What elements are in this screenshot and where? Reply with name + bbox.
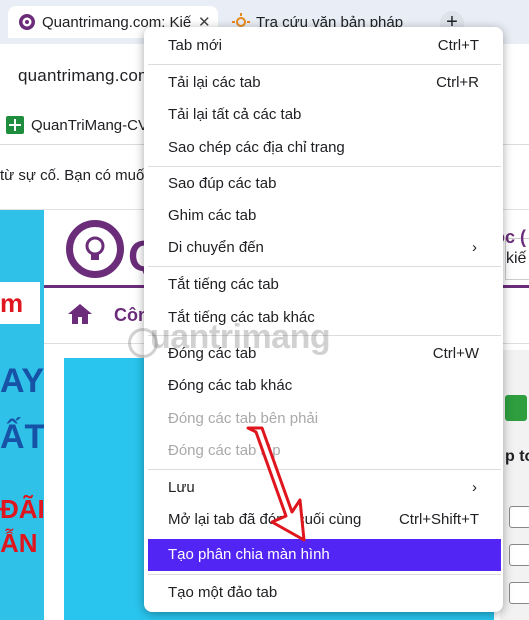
ad-text: ẤT [0, 418, 44, 456]
menu-item-close-duplicate-tabs: Đóng các tab lặp [148, 435, 501, 467]
menu-item-label: Tạo một đảo tab [168, 584, 278, 601]
menu-item-pin-tabs[interactable]: Ghim các tab [148, 200, 501, 232]
menu-item-close-other-tabs[interactable]: Đóng các tab khác [148, 370, 501, 402]
menu-item-duplicate-tabs[interactable]: Sao đúp các tab [148, 168, 501, 200]
lightbulb-icon [85, 236, 105, 260]
menu-item-mute-tabs[interactable]: Tắt tiếng các tab [148, 269, 501, 301]
chevron-right-icon: › [472, 479, 477, 496]
menu-item-close-tabs-right: Đóng các tab bên phải [148, 403, 501, 435]
menu-item-label: Sao chép các địa chỉ trang [168, 139, 345, 156]
ad-text: m [0, 282, 40, 324]
ad-text: ẪN [0, 528, 38, 558]
sidebar-icon[interactable] [509, 582, 529, 604]
menu-item-label: Ghim các tab [168, 207, 257, 224]
menu-item-shortcut: Ctrl+T [437, 37, 479, 54]
menu-separator [148, 469, 501, 470]
sidebar-icon[interactable] [509, 506, 529, 528]
menu-item-shortcut: Ctrl+R [436, 74, 479, 91]
menu-item-split-screen[interactable]: Tạo phân chia màn hình [148, 539, 501, 571]
right-sidebar [500, 350, 529, 620]
green-badge [505, 395, 527, 421]
ad-text: AY [0, 362, 44, 400]
menu-item-shortcut: Ctrl+W [432, 345, 479, 362]
site-logo-icon[interactable] [66, 220, 124, 278]
menu-item-label: Sao đúp các tab [168, 175, 277, 192]
left-ad-banner[interactable]: m AY ẤT ĐÃI ẪN [0, 210, 44, 620]
menu-item-label: Tab mới [168, 37, 223, 54]
menu-item-label: Đóng các tab khác [168, 377, 293, 394]
bookmark-quantrimang-cv[interactable]: QuanTriMang-CV [31, 117, 148, 134]
menu-separator [148, 266, 501, 267]
chevron-right-icon: › [472, 239, 477, 256]
infobar-text: từ sự cố. Bạn có muốn [0, 167, 153, 184]
menu-item-label: Tạo phân chia màn hình [168, 546, 330, 563]
menu-item-reload-tabs[interactable]: Tải lại các tab Ctrl+R [148, 67, 501, 99]
menu-separator [148, 64, 501, 65]
menu-item-label: Tải lại các tab [168, 74, 261, 91]
watermark: uantrimang [150, 318, 331, 356]
menu-item-new-tab[interactable]: Tab mới Ctrl+T [148, 30, 501, 62]
menu-item-label: Lưu [168, 479, 195, 496]
menu-item-reload-all-tabs[interactable]: Tải lại tất cả các tab [148, 99, 501, 131]
url-input[interactable]: quantrimang.com [18, 66, 152, 86]
menu-separator [148, 166, 501, 167]
menu-item-copy-addresses[interactable]: Sao chép các địa chỉ trang [148, 132, 501, 164]
menu-item-label: Đóng các tab lặp [168, 442, 281, 459]
sidebar-text: p to [505, 448, 529, 465]
menu-item-save[interactable]: Lưu › [148, 472, 501, 504]
menu-item-reopen-closed-tab[interactable]: Mở lại tab đã đóng cuối cùng Ctrl+Shift+… [148, 504, 501, 536]
menu-item-label: Di chuyển đến [168, 239, 264, 256]
ad-text: ĐÃI [0, 494, 44, 524]
menu-separator [148, 574, 501, 575]
menu-item-label: Tải lại tất cả các tab [168, 106, 302, 123]
sheets-icon [6, 116, 24, 134]
menu-item-create-tab-island[interactable]: Tạo một đảo tab [148, 577, 501, 609]
menu-item-label: Tắt tiếng các tab [168, 276, 279, 293]
menu-item-label: Mở lại tab đã đóng cuối cùng [168, 511, 362, 528]
menu-item-shortcut: Ctrl+Shift+T [398, 511, 479, 528]
sidebar-icon[interactable] [509, 544, 529, 566]
quantrimang-favicon-icon [19, 14, 35, 30]
home-icon[interactable] [68, 304, 92, 324]
menu-item-move-to[interactable]: Di chuyển đến › [148, 232, 501, 264]
menu-item-label: Đóng các tab bên phải [168, 410, 319, 427]
